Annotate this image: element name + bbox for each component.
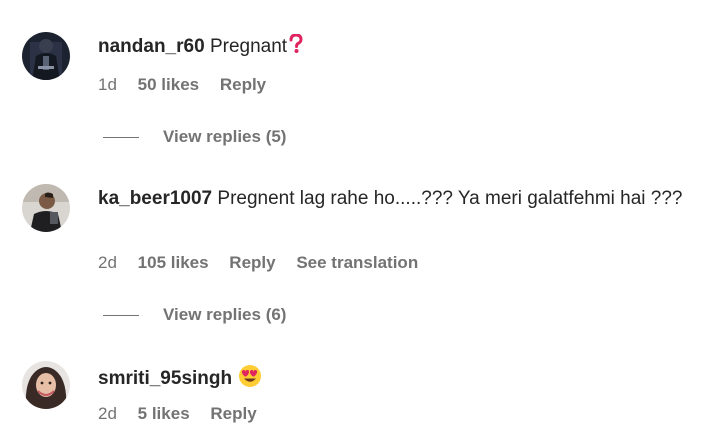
timestamp[interactable]: 2d (98, 404, 117, 424)
comment-meta: 2d 105 likes Reply See translation (98, 253, 418, 273)
reply-button[interactable]: Reply (220, 75, 266, 95)
comment-body: ka_beer1007 Pregnent lag rahe ho.....???… (98, 186, 685, 211)
heart-eyes-emoji-icon (238, 364, 262, 395)
username[interactable]: smriti_95singh (98, 368, 232, 389)
username[interactable]: ka_beer1007 (98, 188, 212, 209)
timestamp[interactable]: 2d (98, 253, 117, 273)
timestamp[interactable]: 1d (98, 75, 117, 95)
comment-text: Pregnant (209, 36, 288, 57)
see-translation-button[interactable]: See translation (296, 253, 418, 273)
comment-body: smriti_95singh (98, 364, 685, 395)
reply-button[interactable]: Reply (229, 253, 275, 273)
view-replies-label: View replies (6) (163, 305, 287, 324)
avatar[interactable] (22, 32, 70, 80)
username[interactable]: nandan_r60 (98, 36, 205, 57)
likes-count[interactable]: 5 likes (138, 404, 190, 424)
avatar[interactable] (22, 361, 70, 409)
likes-count[interactable]: 105 likes (138, 253, 209, 273)
comment-meta: 1d 50 likes Reply (98, 75, 282, 95)
comment-text: Pregnent lag rahe ho.....??? Ya meri gal… (217, 188, 683, 209)
divider-line (103, 137, 139, 139)
view-replies-label: View replies (5) (163, 127, 287, 146)
likes-count[interactable]: 50 likes (138, 75, 199, 95)
comment-body: nandan_r60 Pregnant (98, 33, 685, 61)
red-question-mark-icon (289, 33, 303, 61)
comment-meta: 2d 5 likes Reply (98, 404, 273, 424)
divider-line (103, 315, 139, 317)
view-replies-button[interactable]: View replies (5) (103, 127, 286, 147)
view-replies-button[interactable]: View replies (6) (103, 305, 286, 325)
avatar[interactable] (22, 184, 70, 232)
reply-button[interactable]: Reply (210, 404, 256, 424)
